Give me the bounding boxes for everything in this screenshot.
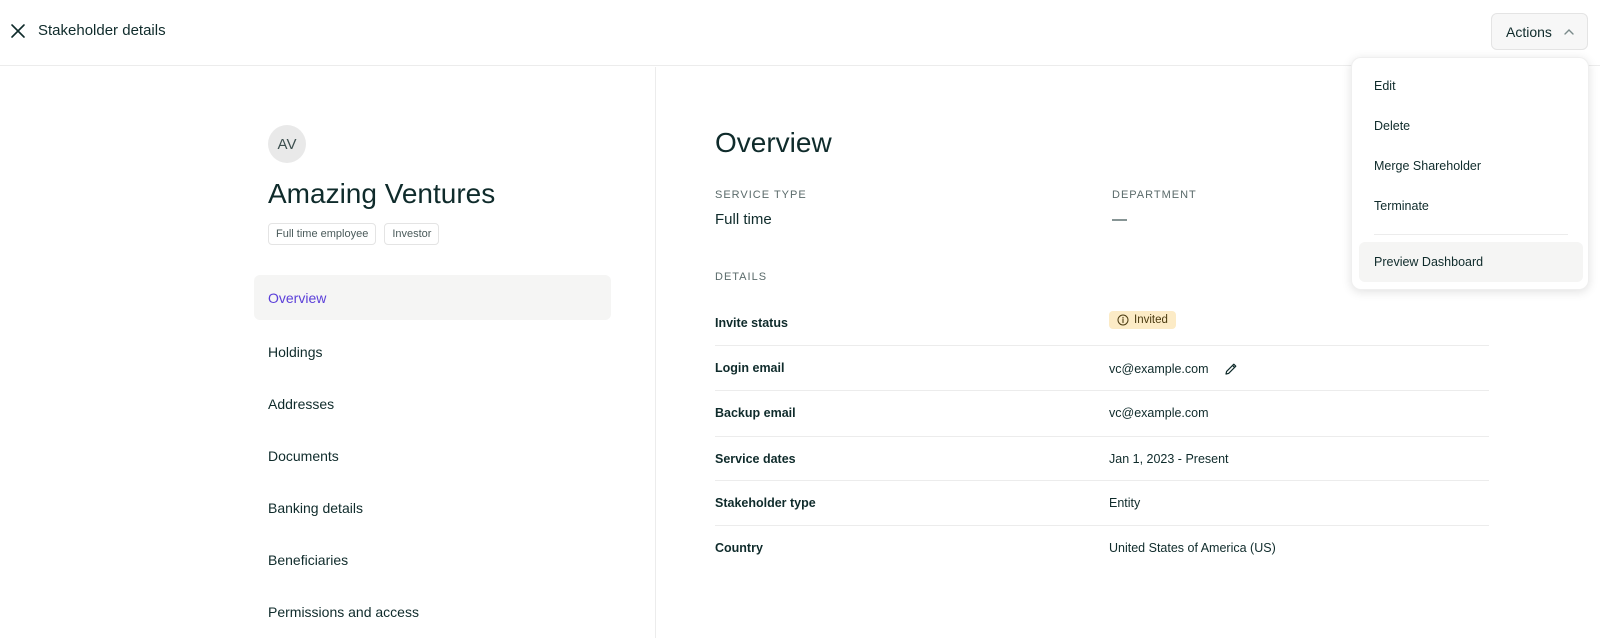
login-email-value: vc@example.com xyxy=(1109,362,1209,376)
menu-item-edit[interactable]: Edit xyxy=(1352,66,1590,106)
details-list: Invite status Invited Login email vc@exa… xyxy=(715,301,1489,571)
department-value: — xyxy=(1112,211,1127,228)
chevron-up-icon xyxy=(1564,29,1574,35)
row-key: Invite status xyxy=(715,316,788,330)
status-badge: Invited xyxy=(1109,311,1176,329)
nav-item-addresses[interactable]: Addresses xyxy=(254,378,611,430)
tag-investor: Investor xyxy=(384,223,440,245)
row-key: Login email xyxy=(715,361,785,375)
row-value: United States of America (US) xyxy=(1109,541,1276,555)
row-key: Stakeholder type xyxy=(715,496,816,510)
avatar: AV xyxy=(268,125,306,163)
actions-button-label: Actions xyxy=(1506,23,1552,40)
row-value: Entity xyxy=(1109,496,1141,510)
actions-button[interactable]: Actions xyxy=(1491,13,1588,50)
tag-list: Full time employee Investor xyxy=(268,223,440,245)
overview-heading: Overview xyxy=(715,127,832,158)
status-badge-label: Invited xyxy=(1134,314,1168,326)
row-value: vc@example.com xyxy=(1109,361,1239,377)
detail-row-service-dates: Service dates Jan 1, 2023 - Present xyxy=(715,436,1489,481)
actions-menu: Edit Delete Merge Shareholder Terminate … xyxy=(1351,57,1589,290)
column-divider xyxy=(655,67,656,638)
menu-item-merge-shareholder[interactable]: Merge Shareholder xyxy=(1352,146,1590,186)
nav-item-banking-details[interactable]: Banking details xyxy=(254,482,611,534)
detail-row-country: Country United States of America (US) xyxy=(715,526,1489,571)
nav-item-permissions[interactable]: Permissions and access xyxy=(254,586,611,638)
menu-divider xyxy=(1374,234,1568,235)
nav-item-documents[interactable]: Documents xyxy=(254,430,611,482)
nav-item-beneficiaries[interactable]: Beneficiaries xyxy=(254,534,611,586)
row-key: Country xyxy=(715,541,763,555)
detail-row-invite-status: Invite status Invited xyxy=(715,301,1489,346)
info-circle-icon xyxy=(1117,314,1129,326)
row-value: Jan 1, 2023 - Present xyxy=(1109,452,1229,466)
page-title: Stakeholder details xyxy=(38,22,166,39)
service-type-label: SERVICE TYPE xyxy=(715,189,807,201)
tag-full-time-employee: Full time employee xyxy=(268,223,377,245)
close-icon[interactable] xyxy=(8,21,28,41)
detail-row-stakeholder-type: Stakeholder type Entity xyxy=(715,481,1489,526)
department-label: DEPARTMENT xyxy=(1112,189,1197,201)
menu-item-terminate[interactable]: Terminate xyxy=(1352,186,1590,226)
row-key: Backup email xyxy=(715,406,796,420)
nav-item-overview[interactable]: Overview xyxy=(254,275,611,320)
row-value: vc@example.com xyxy=(1109,406,1209,420)
menu-item-preview-dashboard[interactable]: Preview Dashboard xyxy=(1359,242,1583,282)
stakeholder-name: Amazing Ventures xyxy=(268,178,496,209)
detail-row-backup-email: Backup email vc@example.com xyxy=(715,391,1489,436)
pencil-icon[interactable] xyxy=(1223,361,1239,377)
section-nav: Overview Holdings Addresses Documents Ba… xyxy=(254,275,611,638)
nav-item-holdings[interactable]: Holdings xyxy=(254,326,611,378)
row-key: Service dates xyxy=(715,452,796,466)
details-section-label: DETAILS xyxy=(715,271,768,283)
detail-row-login-email: Login email vc@example.com xyxy=(715,346,1489,391)
service-type-value: Full time xyxy=(715,211,772,228)
menu-item-delete[interactable]: Delete xyxy=(1352,106,1590,146)
